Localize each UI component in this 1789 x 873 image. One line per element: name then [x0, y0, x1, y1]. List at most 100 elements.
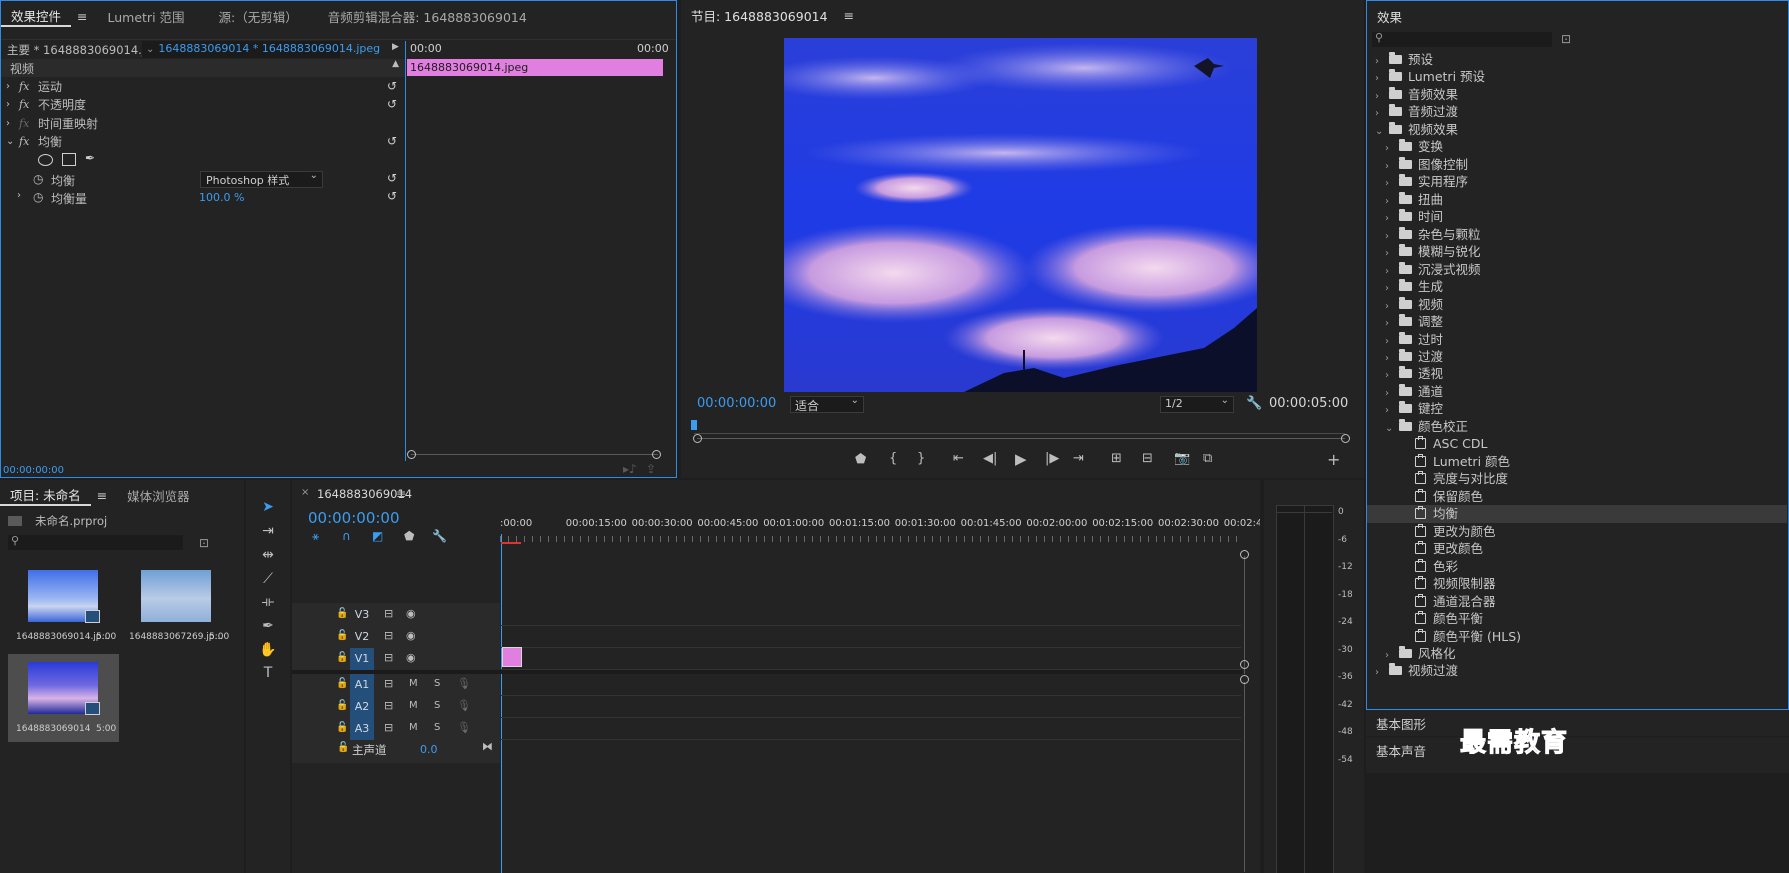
track-label[interactable]: V2	[350, 626, 374, 648]
nest-icon[interactable]: ⚹	[312, 529, 319, 544]
effects-search-input[interactable]	[1388, 32, 1548, 46]
effects-tree-item[interactable]: › 模糊与锐化	[1367, 243, 1787, 261]
expand-chevron-icon[interactable]: ›	[6, 78, 10, 96]
end-icon[interactable]: ⧓	[482, 740, 493, 753]
zoom-handle-right[interactable]	[1341, 434, 1350, 443]
lift-icon[interactable]: ⊞	[1111, 451, 1122, 466]
filter-icon[interactable]: ▸♪	[623, 462, 637, 476]
collapse-icon[interactable]: ▲	[392, 59, 399, 69]
tab-project[interactable]: 项目: 未命名	[0, 485, 91, 506]
effects-tree-item[interactable]: › 变换	[1367, 138, 1787, 156]
ellipse-mask-icon[interactable]	[38, 154, 53, 166]
tab-lumetri-scopes[interactable]: Lumetri 范围	[98, 7, 195, 26]
solo-button[interactable]: S	[434, 722, 440, 733]
stopwatch-icon[interactable]: ◷	[33, 172, 43, 186]
effects-tree-item[interactable]: › 音频过渡	[1367, 103, 1787, 121]
effects-tree-item[interactable]: 视频限制器	[1367, 575, 1787, 593]
microphone-icon[interactable]: 🎙	[457, 721, 471, 734]
microphone-icon[interactable]: 🎙	[457, 677, 471, 690]
effects-tree-item[interactable]: › 透视	[1367, 365, 1787, 383]
clip-selector[interactable]: ⌄ 1648883069014 * 1648883069014.jpeg	[142, 41, 380, 58]
ripple-edit-tool-icon[interactable]: ⇹	[256, 544, 280, 566]
effect-row[interactable]: ⌄ fx 均衡	[1, 133, 405, 151]
step-forward-icon[interactable]: |▶	[1045, 451, 1059, 466]
go-to-in-icon[interactable]: ⇤	[953, 451, 964, 466]
extract-icon[interactable]: ⊟	[1142, 451, 1153, 466]
effects-tree-item[interactable]: Lumetri 颜色	[1367, 453, 1787, 471]
effects-title[interactable]: 效果	[1367, 7, 1412, 26]
lock-icon[interactable]: 🔓	[336, 678, 348, 689]
tab-effect-controls[interactable]: 效果控件	[1, 6, 72, 27]
effects-tree-item[interactable]: 颜色平衡	[1367, 610, 1787, 628]
lock-icon[interactable]: 🔓	[336, 608, 348, 619]
tab-source[interactable]: 源:（无剪辑）	[209, 7, 308, 26]
project-item[interactable]: 1648883069014 5:00	[8, 654, 119, 742]
program-zoom-track[interactable]	[697, 438, 1345, 439]
track-label[interactable]: V3	[350, 604, 374, 626]
tab-audio-clip-mixer[interactable]: 音频剪辑混合器: 1648883069014	[318, 7, 537, 26]
basic-sound-panel[interactable]: 基本声音	[1366, 737, 1789, 773]
wrench-icon[interactable]: 🔧	[1246, 396, 1262, 411]
selection-tool-icon[interactable]: ➤	[256, 496, 280, 518]
microphone-icon[interactable]: 🎙	[457, 699, 471, 712]
effects-tree-item[interactable]: › 实用程序	[1367, 173, 1787, 191]
expand-chevron-icon[interactable]: ›	[6, 96, 10, 114]
export-icon[interactable]: ⇪	[646, 462, 656, 476]
ec-timecode[interactable]: 00:00:00:00	[3, 465, 64, 476]
type-tool-icon[interactable]: T	[256, 662, 280, 684]
expand-chevron-icon[interactable]: ›	[17, 190, 21, 201]
menu-icon[interactable]: ≡	[396, 487, 406, 501]
menu-icon[interactable]: ≡	[77, 9, 87, 24]
eye-icon[interactable]: ◉	[406, 629, 416, 642]
sync-lock-icon[interactable]: ⊟	[384, 607, 393, 620]
v1-clip[interactable]	[502, 647, 522, 667]
param-eq-dropdown[interactable]: Photoshop 样式 ⌄	[200, 170, 323, 188]
effect-row[interactable]: › fx 运动	[1, 78, 405, 96]
effects-tree-item[interactable]: › 调整	[1367, 313, 1787, 331]
project-search[interactable]: ⚲	[8, 534, 183, 550]
effects-tree-item[interactable]: 色彩	[1367, 558, 1787, 576]
zoom-handle-left[interactable]	[693, 434, 702, 443]
chevron-down-icon[interactable]: ⌄	[6, 133, 14, 151]
hand-tool-icon[interactable]: ✋	[256, 639, 280, 661]
lock-icon[interactable]: 🔓	[336, 700, 348, 711]
pen-mask-icon[interactable]: ✒	[85, 151, 95, 165]
sync-lock-icon[interactable]: ⊟	[384, 629, 393, 642]
param-amount-value[interactable]: 100.0 %	[199, 191, 244, 204]
razor-tool-icon[interactable]: ⟋	[256, 568, 280, 590]
effects-tree-item[interactable]: 亮度与对比度	[1367, 470, 1787, 488]
reset-icon[interactable]: ↺	[387, 171, 397, 185]
track-label[interactable]: A2	[350, 696, 374, 718]
rectangle-mask-icon[interactable]	[62, 153, 76, 166]
v-scroll-handle-bottom[interactable]	[1240, 660, 1249, 669]
expand-chevron-icon[interactable]: ›	[6, 115, 10, 133]
mark-in-icon[interactable]: {	[889, 451, 897, 466]
play-arrow-icon[interactable]: ▶	[392, 42, 399, 52]
basic-graphics-panel[interactable]: 基本图形	[1366, 710, 1789, 736]
solo-button[interactable]: S	[434, 700, 440, 711]
eye-icon[interactable]: ◉	[406, 607, 416, 620]
sync-lock-icon[interactable]: ⊟	[384, 651, 393, 664]
timeline-timecode[interactable]: 00:00:00:00	[308, 509, 400, 527]
effects-tree-item[interactable]: › 通道	[1367, 383, 1787, 401]
effects-tree-item[interactable]: ⌄ 颜色校正	[1367, 418, 1787, 436]
compare-icon[interactable]: ⧉	[1203, 451, 1212, 466]
effects-tree-item[interactable]: › 键控	[1367, 400, 1787, 418]
reset-icon[interactable]: ↺	[387, 79, 397, 93]
ec-clip-bar[interactable]: 1648883069014.jpeg	[407, 59, 663, 76]
effects-tree-item[interactable]: › 过时	[1367, 331, 1787, 349]
ec-scroll-handle-left[interactable]	[407, 450, 416, 459]
resolution-dropdown[interactable]: 1/2 ⌄	[1160, 395, 1234, 413]
effects-tree-item[interactable]: › 图像控制	[1367, 156, 1787, 174]
effects-tree-item[interactable]: › 音频效果	[1367, 86, 1787, 104]
effects-tree-item[interactable]: › Lumetri 预设	[1367, 68, 1787, 86]
go-to-out-icon[interactable]: ⇥	[1073, 451, 1084, 466]
play-icon[interactable]: ▶	[1015, 450, 1027, 468]
bin-icon[interactable]: ⊡	[199, 536, 209, 550]
mute-button[interactable]: M	[409, 700, 418, 711]
effects-tree-item[interactable]: ⌄ 视频效果	[1367, 121, 1787, 139]
linked-selection-icon[interactable]: ◩	[372, 529, 383, 543]
v-scroll-handle-top[interactable]	[1240, 550, 1249, 559]
sync-lock-icon[interactable]: ⊟	[384, 721, 393, 734]
mark-out-icon[interactable]: }	[917, 451, 925, 466]
